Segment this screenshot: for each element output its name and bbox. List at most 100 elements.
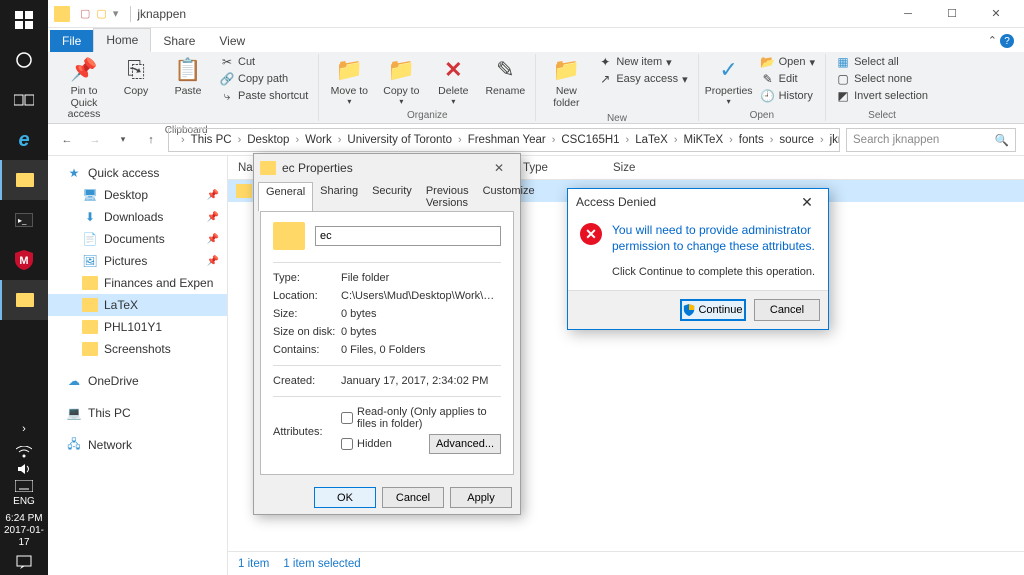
nav-recent-button[interactable]: ▾ bbox=[112, 129, 134, 151]
cut-button[interactable]: ✂Cut bbox=[216, 54, 312, 70]
crumb[interactable]: Freshman Year bbox=[464, 134, 550, 146]
history-button[interactable]: 🕘History bbox=[757, 88, 819, 104]
nav-quick-access[interactable]: ★Quick access bbox=[48, 162, 227, 184]
explorer2-icon[interactable] bbox=[0, 280, 48, 320]
tab-share[interactable]: Share bbox=[151, 30, 207, 52]
prop-tab-security[interactable]: Security bbox=[365, 182, 419, 212]
cortana-icon[interactable] bbox=[0, 40, 48, 80]
new-folder-button[interactable]: 📁New folder bbox=[542, 54, 590, 111]
deny-cancel-button[interactable]: Cancel bbox=[754, 299, 820, 321]
hidden-checkbox[interactable] bbox=[341, 438, 353, 450]
prop-cancel-button[interactable]: Cancel bbox=[382, 487, 444, 508]
copy-path-button[interactable]: 🔗Copy path bbox=[216, 71, 312, 87]
prop-close-button[interactable]: ✕ bbox=[484, 161, 514, 175]
easy-icon: ↗ bbox=[598, 72, 612, 86]
task-view-icon[interactable] bbox=[0, 80, 48, 120]
address-bar[interactable]: › This PC› Desktop› Work› University of … bbox=[168, 128, 840, 152]
crumb[interactable]: CSC165H1 bbox=[557, 134, 623, 146]
wifi-icon[interactable] bbox=[16, 444, 32, 460]
crumb[interactable]: Work bbox=[301, 134, 336, 146]
open-button[interactable]: 📂Open ▾ bbox=[757, 54, 819, 70]
edit-button[interactable]: ✎Edit bbox=[757, 71, 819, 87]
nav-up-button[interactable]: ↑ bbox=[140, 129, 162, 151]
explorer-icon[interactable] bbox=[0, 160, 48, 200]
start-button[interactable] bbox=[0, 0, 48, 40]
crumb[interactable]: jknappen bbox=[826, 134, 840, 146]
tab-file[interactable]: File bbox=[50, 30, 93, 52]
nav-onedrive[interactable]: ☁OneDrive bbox=[48, 370, 227, 392]
crumb[interactable]: LaTeX bbox=[631, 134, 672, 146]
status-bar: 1 item 1 item selected bbox=[228, 551, 1024, 575]
new-item-button[interactable]: ✦New item ▾ bbox=[594, 54, 691, 70]
crumb[interactable]: fonts bbox=[735, 134, 768, 146]
crumb[interactable]: Desktop bbox=[243, 134, 293, 146]
prop-tab-sharing[interactable]: Sharing bbox=[313, 182, 365, 212]
crumb[interactable]: source bbox=[775, 134, 818, 146]
delete-button[interactable]: ✕Delete▾ bbox=[429, 54, 477, 108]
paste-button[interactable]: 📋Paste bbox=[164, 54, 212, 100]
easy-access-button[interactable]: ↗Easy access ▾ bbox=[594, 71, 691, 87]
prop-tab-customize[interactable]: Customize bbox=[476, 182, 542, 212]
pictures-icon: 🖼 bbox=[82, 253, 98, 269]
title-bar: ▢ ▢ ▾ jknappen ─ ☐ ✕ bbox=[48, 0, 1024, 28]
rename-button[interactable]: ✎Rename bbox=[481, 54, 529, 100]
nav-back-button[interactable]: ← bbox=[56, 129, 78, 151]
col-size[interactable]: Size bbox=[603, 162, 663, 174]
invert-selection-button[interactable]: ◩Invert selection bbox=[832, 88, 932, 104]
terminal-icon[interactable]: ▸_ bbox=[0, 200, 48, 240]
advanced-button[interactable]: Advanced... bbox=[429, 434, 501, 454]
nav-desktop[interactable]: 🖥Desktop📌 bbox=[48, 184, 227, 206]
volume-icon[interactable] bbox=[17, 460, 31, 478]
nav-pictures[interactable]: 🖼Pictures📌 bbox=[48, 250, 227, 272]
nav-network[interactable]: 🖧Network bbox=[48, 434, 227, 456]
properties-button[interactable]: ✓Properties▾ bbox=[705, 54, 753, 108]
qat-new-icon[interactable]: ▢ bbox=[96, 7, 106, 20]
lang-indicator[interactable]: ENG bbox=[13, 494, 35, 509]
qat-props-icon[interactable]: ▢ bbox=[80, 7, 90, 20]
paste-shortcut-button[interactable]: ⤷Paste shortcut bbox=[216, 88, 312, 104]
mcafee-icon[interactable]: M bbox=[0, 240, 48, 280]
tab-view[interactable]: View bbox=[207, 30, 257, 52]
readonly-checkbox[interactable] bbox=[341, 412, 353, 424]
nav-latex[interactable]: LaTeX bbox=[48, 294, 227, 316]
copy-to-button[interactable]: 📁Copy to▾ bbox=[377, 54, 425, 108]
keyboard-icon[interactable] bbox=[15, 478, 33, 494]
qat-dropdown[interactable]: ▾ bbox=[113, 7, 119, 20]
copy-button[interactable]: ⎘Copy bbox=[112, 54, 160, 100]
tray-chevron-icon[interactable]: › bbox=[0, 414, 48, 444]
crumb[interactable]: This PC bbox=[187, 134, 236, 146]
nav-finances[interactable]: Finances and Expen bbox=[48, 272, 227, 294]
folder-icon bbox=[260, 161, 276, 175]
nav-fwd-button[interactable]: → bbox=[84, 129, 106, 151]
minimize-button[interactable]: ─ bbox=[886, 0, 930, 28]
status-selected: 1 item selected bbox=[283, 558, 360, 570]
clock[interactable]: 6:24 PM 2017-01-17 bbox=[0, 509, 48, 553]
prop-tab-general[interactable]: General bbox=[258, 182, 313, 212]
prop-ok-button[interactable]: OK bbox=[314, 487, 376, 508]
tab-home[interactable]: Home bbox=[93, 28, 151, 52]
nav-downloads[interactable]: ⬇Downloads📌 bbox=[48, 206, 227, 228]
col-type[interactable]: Type bbox=[513, 162, 603, 174]
nav-phl[interactable]: PHL101Y1 bbox=[48, 316, 227, 338]
pin-icon: 📌 bbox=[207, 234, 219, 245]
nav-thispc[interactable]: 💻This PC bbox=[48, 402, 227, 424]
deny-close-button[interactable]: ✕ bbox=[794, 194, 820, 211]
prop-apply-button[interactable]: Apply bbox=[450, 487, 512, 508]
pin-quick-access-button[interactable]: 📌Pin to Quick access bbox=[60, 54, 108, 123]
maximize-button[interactable]: ☐ bbox=[930, 0, 974, 28]
nav-screenshots[interactable]: Screenshots bbox=[48, 338, 227, 360]
search-input[interactable]: Search jknappen 🔍 bbox=[846, 128, 1016, 152]
action-center-icon[interactable] bbox=[16, 553, 32, 571]
select-all-button[interactable]: ▦Select all bbox=[832, 54, 932, 70]
move-to-button[interactable]: 📁Move to▾ bbox=[325, 54, 373, 108]
prop-tab-prev[interactable]: Previous Versions bbox=[419, 182, 476, 212]
crumb[interactable]: University of Toronto bbox=[343, 134, 456, 146]
folder-large-icon bbox=[273, 222, 305, 250]
continue-button[interactable]: Continue bbox=[680, 299, 746, 321]
select-none-button[interactable]: ▢Select none bbox=[832, 71, 932, 87]
nav-documents[interactable]: 📄Documents📌 bbox=[48, 228, 227, 250]
ie-icon[interactable]: e bbox=[0, 120, 48, 160]
close-button[interactable]: ✕ bbox=[974, 0, 1018, 28]
crumb[interactable]: MiKTeX bbox=[680, 134, 728, 146]
prop-name-input[interactable] bbox=[315, 226, 501, 246]
